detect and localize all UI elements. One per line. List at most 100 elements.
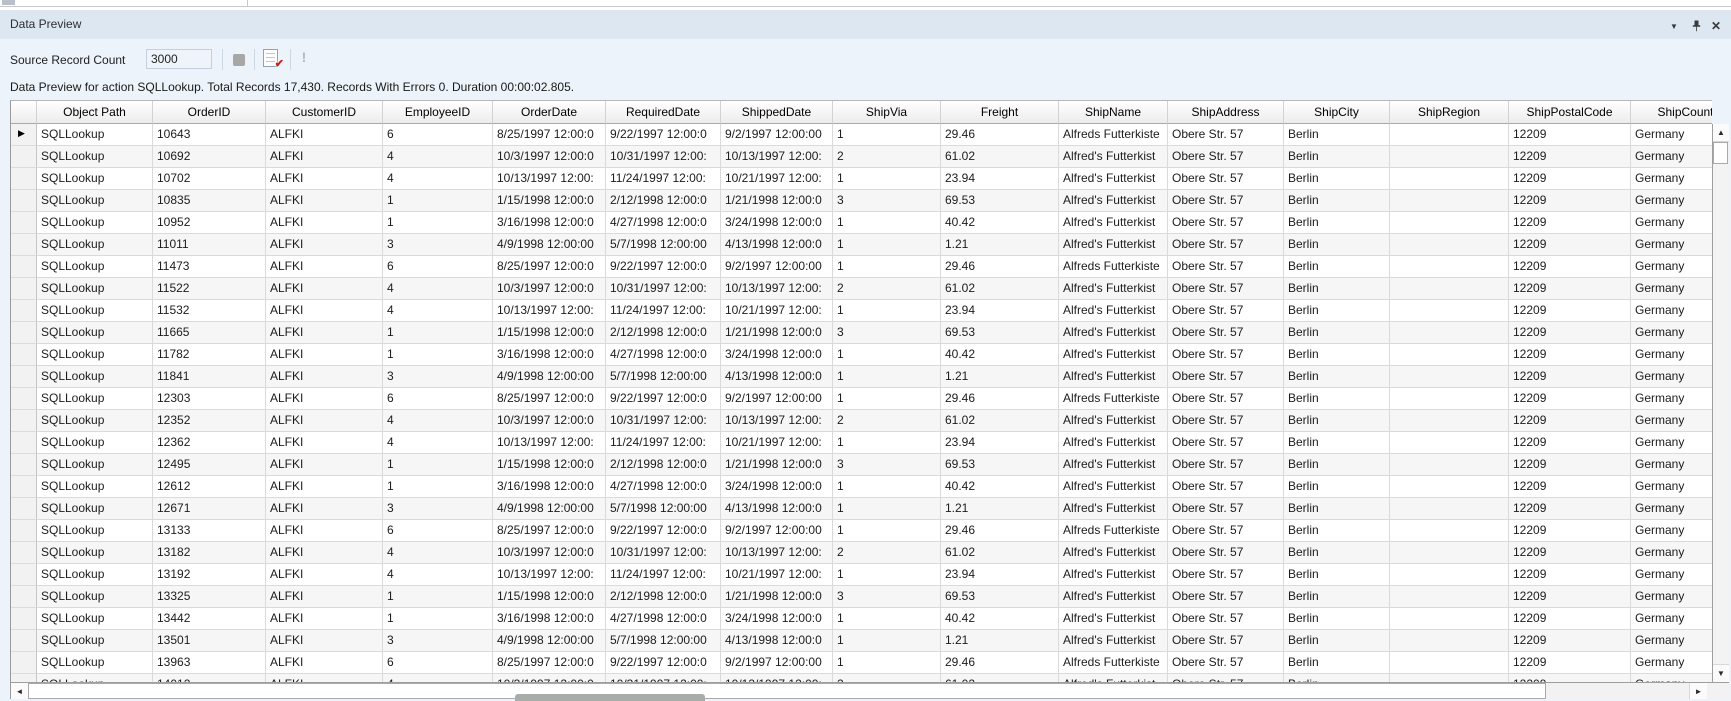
cell[interactable]: 1/15/1998 12:00:0: [493, 586, 606, 608]
cell[interactable]: 3/16/1998 12:00:0: [493, 344, 606, 366]
cell[interactable]: 3: [383, 498, 493, 520]
cell[interactable]: Berlin: [1284, 630, 1390, 652]
cell[interactable]: [1390, 520, 1509, 542]
cell[interactable]: Obere Str. 57: [1168, 190, 1284, 212]
row-selector[interactable]: [11, 146, 37, 168]
cell[interactable]: Berlin: [1284, 278, 1390, 300]
cell[interactable]: Obere Str. 57: [1168, 234, 1284, 256]
cell[interactable]: Alfred's Futterkist: [1059, 168, 1168, 190]
cell[interactable]: 10952: [153, 212, 266, 234]
cell[interactable]: 10/13/1997 12:00:: [493, 300, 606, 322]
cell[interactable]: 12303: [153, 388, 266, 410]
cell[interactable]: Alfred's Futterkist: [1059, 234, 1168, 256]
column-header-customerid[interactable]: CustomerID: [266, 101, 383, 124]
cell[interactable]: Berlin: [1284, 674, 1390, 682]
cell[interactable]: 10/13/1997 12:00:: [721, 146, 833, 168]
cell[interactable]: Obere Str. 57: [1168, 498, 1284, 520]
cell[interactable]: 3/24/1998 12:00:0: [721, 608, 833, 630]
cell[interactable]: 6: [383, 388, 493, 410]
cell[interactable]: 29.46: [941, 124, 1059, 146]
cell[interactable]: 10/13/1997 12:00:: [493, 432, 606, 454]
cell[interactable]: 1/21/1998 12:00:0: [721, 190, 833, 212]
cell[interactable]: 6: [383, 256, 493, 278]
cell[interactable]: Alfred's Futterkist: [1059, 454, 1168, 476]
cell[interactable]: ALFKI: [266, 498, 383, 520]
cell[interactable]: 1: [383, 476, 493, 498]
cell[interactable]: [1390, 432, 1509, 454]
cell[interactable]: Alfred's Futterkist: [1059, 498, 1168, 520]
cell[interactable]: 6: [383, 124, 493, 146]
cell[interactable]: [1390, 256, 1509, 278]
row-selector[interactable]: [11, 432, 37, 454]
cell[interactable]: 1/21/1998 12:00:0: [721, 586, 833, 608]
cell[interactable]: Germany: [1631, 124, 1712, 146]
cell[interactable]: 5/7/1998 12:00:00: [606, 498, 721, 520]
cell[interactable]: 12209: [1509, 322, 1631, 344]
cell[interactable]: [1390, 234, 1509, 256]
cell[interactable]: Alfred's Futterkist: [1059, 542, 1168, 564]
cell[interactable]: 12209: [1509, 278, 1631, 300]
cell[interactable]: Obere Str. 57: [1168, 476, 1284, 498]
cell[interactable]: 12209: [1509, 586, 1631, 608]
cell[interactable]: 14012: [153, 674, 266, 682]
cell[interactable]: [1390, 322, 1509, 344]
cell[interactable]: [1390, 124, 1509, 146]
cell[interactable]: 13182: [153, 542, 266, 564]
cell[interactable]: 11473: [153, 256, 266, 278]
cell[interactable]: 10/13/1997 12:00:: [721, 410, 833, 432]
cell[interactable]: ALFKI: [266, 168, 383, 190]
cell[interactable]: Alfred's Futterkist: [1059, 344, 1168, 366]
cell[interactable]: Berlin: [1284, 234, 1390, 256]
cell[interactable]: 4: [383, 410, 493, 432]
cell[interactable]: 4: [383, 674, 493, 682]
cell[interactable]: 12362: [153, 432, 266, 454]
cell[interactable]: Obere Str. 57: [1168, 322, 1284, 344]
cell[interactable]: Berlin: [1284, 520, 1390, 542]
cell[interactable]: 1: [833, 388, 941, 410]
cell[interactable]: Alfreds Futterkiste: [1059, 124, 1168, 146]
scroll-down-button[interactable]: ▼: [1713, 664, 1729, 682]
cell[interactable]: 13133: [153, 520, 266, 542]
cell[interactable]: 2/12/1998 12:00:0: [606, 190, 721, 212]
cell[interactable]: Germany: [1631, 300, 1712, 322]
row-selector[interactable]: [11, 476, 37, 498]
cell[interactable]: ALFKI: [266, 212, 383, 234]
column-header-shipvia[interactable]: ShipVia: [833, 101, 941, 124]
row-selector[interactable]: [11, 564, 37, 586]
cell[interactable]: 1: [383, 454, 493, 476]
cell[interactable]: 5/7/1998 12:00:00: [606, 234, 721, 256]
cell[interactable]: 3: [833, 322, 941, 344]
cell[interactable]: Alfred's Futterkist: [1059, 608, 1168, 630]
cell[interactable]: Alfred's Futterkist: [1059, 278, 1168, 300]
cell[interactable]: SQLLookup: [37, 190, 153, 212]
cell[interactable]: 10702: [153, 168, 266, 190]
cell[interactable]: 1: [833, 608, 941, 630]
cell[interactable]: 10/3/1997 12:00:0: [493, 278, 606, 300]
cell[interactable]: Germany: [1631, 344, 1712, 366]
row-selector[interactable]: [11, 388, 37, 410]
cell[interactable]: Alfred's Futterkist: [1059, 300, 1168, 322]
cell[interactable]: 1.21: [941, 234, 1059, 256]
cell[interactable]: SQLLookup: [37, 234, 153, 256]
cell[interactable]: [1390, 300, 1509, 322]
cell[interactable]: [1390, 388, 1509, 410]
cell[interactable]: 1: [833, 124, 941, 146]
cell[interactable]: 10/31/1997 12:00:: [606, 542, 721, 564]
row-selector[interactable]: [11, 212, 37, 234]
row-selector[interactable]: [11, 234, 37, 256]
cell[interactable]: 4: [383, 278, 493, 300]
cell[interactable]: 12209: [1509, 344, 1631, 366]
cell[interactable]: Obere Str. 57: [1168, 674, 1284, 682]
cell[interactable]: 11665: [153, 322, 266, 344]
cell[interactable]: 11/24/1997 12:00:: [606, 300, 721, 322]
row-selector[interactable]: [11, 630, 37, 652]
cell[interactable]: [1390, 278, 1509, 300]
row-selector[interactable]: [11, 498, 37, 520]
cell[interactable]: ALFKI: [266, 454, 383, 476]
cell[interactable]: SQLLookup: [37, 674, 153, 682]
cell[interactable]: Germany: [1631, 432, 1712, 454]
cell[interactable]: Obere Str. 57: [1168, 608, 1284, 630]
cell[interactable]: 4: [383, 432, 493, 454]
scroll-right-button[interactable]: ►: [1689, 683, 1707, 699]
column-header-shipcountry[interactable]: ShipCountry: [1631, 101, 1712, 124]
